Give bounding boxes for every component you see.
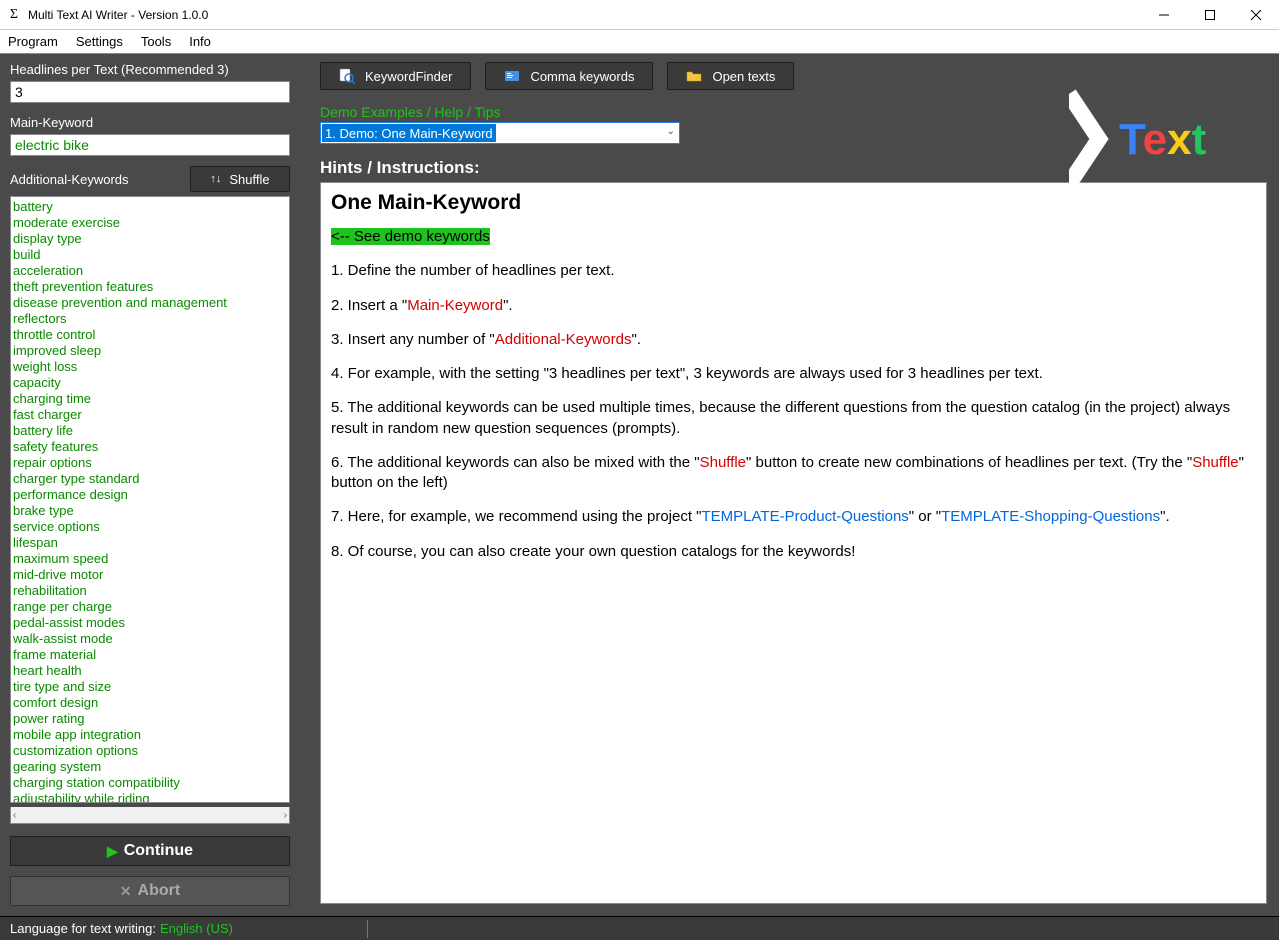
additional-keywords-list[interactable]: batterymoderate exercisedisplay typebuil… (10, 196, 290, 803)
main-keyword-input[interactable] (10, 134, 290, 156)
keyword-item[interactable]: customization options (13, 743, 289, 759)
keyword-item[interactable]: build (13, 247, 289, 263)
keyword-item[interactable]: battery life (13, 423, 289, 439)
keyword-item[interactable]: frame material (13, 647, 289, 663)
keyword-item[interactable]: heart health (13, 663, 289, 679)
keyword-item[interactable]: fast charger (13, 407, 289, 423)
keyword-item[interactable]: battery (13, 199, 289, 215)
demo-dropdown[interactable]: 1. Demo: One Main-Keyword ⌄ (320, 122, 680, 144)
keyword-item[interactable]: comfort design (13, 695, 289, 711)
keyword-item[interactable]: mobile app integration (13, 727, 289, 743)
app-icon: Σ (6, 7, 22, 23)
abort-button[interactable]: ✕ Abort (10, 876, 290, 906)
comma-icon (504, 68, 520, 84)
step-4: 4. For example, with the setting "3 head… (331, 364, 1256, 384)
keyword-item[interactable]: capacity (13, 375, 289, 391)
additional-keywords-label: Additional-Keywords (10, 172, 129, 187)
keyword-item[interactable]: throttle control (13, 327, 289, 343)
instructions-panel: One Main-Keyword <-- See demo keywords 1… (320, 182, 1267, 904)
keyword-item[interactable]: lifespan (13, 535, 289, 551)
horizontal-scrollbar[interactable]: ‹› (10, 807, 290, 824)
status-label: Language for text writing: (10, 921, 156, 936)
status-bar: Language for text writing: English (US) (0, 916, 1279, 940)
shuffle-icon: ↑↓ (210, 173, 221, 185)
keyword-item[interactable]: charging station compatibility (13, 775, 289, 791)
menu-info[interactable]: Info (189, 34, 211, 49)
main-keyword-label: Main-Keyword (10, 115, 290, 130)
keyword-item[interactable]: improved sleep (13, 343, 289, 359)
keyword-item[interactable]: mid-drive motor (13, 567, 289, 583)
window-maximize-button[interactable] (1187, 0, 1233, 29)
window-minimize-button[interactable] (1141, 0, 1187, 29)
keyword-item[interactable]: maximum speed (13, 551, 289, 567)
status-language[interactable]: English (US) (160, 921, 233, 936)
menu-settings[interactable]: Settings (76, 34, 123, 49)
step-1: 1. Define the number of headlines per te… (331, 261, 1256, 281)
menu-program[interactable]: Program (8, 34, 58, 49)
step-3: 3. Insert any number of "Additional-Keyw… (331, 330, 1256, 350)
continue-button[interactable]: ▶ Continue (10, 836, 290, 866)
step-2: 2. Insert a "Main-Keyword". (331, 296, 1256, 316)
instructions-heading: One Main-Keyword (331, 191, 1256, 215)
keyword-item[interactable]: service options (13, 519, 289, 535)
keyword-item[interactable]: theft prevention features (13, 279, 289, 295)
status-separator (367, 920, 368, 938)
headlines-label: Headlines per Text (Recommended 3) (10, 62, 290, 77)
close-icon: ✕ (120, 883, 132, 900)
keyword-item[interactable]: tire type and size (13, 679, 289, 695)
keyword-item[interactable]: performance design (13, 487, 289, 503)
comma-keywords-button[interactable]: Comma keywords (485, 62, 653, 90)
main-toolbar: KeywordFinder Comma keywords Open texts (320, 62, 1267, 90)
hints-label: Hints / Instructions: (320, 158, 1267, 178)
folder-icon (686, 68, 702, 84)
keyword-item[interactable]: walk-assist mode (13, 631, 289, 647)
keyword-item[interactable]: repair options (13, 455, 289, 471)
window-close-button[interactable] (1233, 0, 1279, 29)
search-icon (339, 68, 355, 84)
keyword-item[interactable]: disease prevention and management (13, 295, 289, 311)
headlines-input[interactable] (10, 81, 290, 103)
keyword-item[interactable]: charging time (13, 391, 289, 407)
svg-text:Text: Text (1119, 115, 1207, 164)
keyword-item[interactable]: power rating (13, 711, 289, 727)
shuffle-button[interactable]: ↑↓ Shuffle (190, 166, 290, 192)
step-8: 8. Of course, you can also create your o… (331, 542, 1256, 562)
chevron-down-icon: ⌄ (667, 126, 675, 137)
keyword-item[interactable]: brake type (13, 503, 289, 519)
keyword-item[interactable]: charger type standard (13, 471, 289, 487)
keyword-item[interactable]: adjustability while riding (13, 791, 289, 803)
open-texts-button[interactable]: Open texts (667, 62, 794, 90)
content-area: Text KeywordFinder Comma keywords (300, 54, 1279, 916)
title-bar: Σ Multi Text AI Writer - Version 1.0.0 (0, 0, 1279, 30)
step-6: 6. The additional keywords can also be m… (331, 453, 1256, 494)
menu-bar: Program Settings Tools Info (0, 30, 1279, 54)
demo-examples-label: Demo Examples / Help / Tips (320, 104, 1267, 120)
keyword-finder-button[interactable]: KeywordFinder (320, 62, 471, 90)
keyword-item[interactable]: range per charge (13, 599, 289, 615)
step-5: 5. The additional keywords can be used m… (331, 398, 1256, 439)
see-demo-highlight: <-- See demo keywords (331, 228, 490, 245)
keyword-item[interactable]: reflectors (13, 311, 289, 327)
keyword-item[interactable]: safety features (13, 439, 289, 455)
keyword-item[interactable]: pedal-assist modes (13, 615, 289, 631)
keyword-item[interactable]: weight loss (13, 359, 289, 375)
sidebar: Headlines per Text (Recommended 3) Main-… (0, 54, 300, 916)
keyword-item[interactable]: gearing system (13, 759, 289, 775)
keyword-item[interactable]: rehabilitation (13, 583, 289, 599)
menu-tools[interactable]: Tools (141, 34, 171, 49)
window-title: Multi Text AI Writer - Version 1.0.0 (28, 8, 208, 22)
keyword-item[interactable]: display type (13, 231, 289, 247)
keyword-item[interactable]: moderate exercise (13, 215, 289, 231)
keyword-item[interactable]: acceleration (13, 263, 289, 279)
play-icon: ▶ (107, 843, 118, 860)
step-7: 7. Here, for example, we recommend using… (331, 507, 1256, 527)
